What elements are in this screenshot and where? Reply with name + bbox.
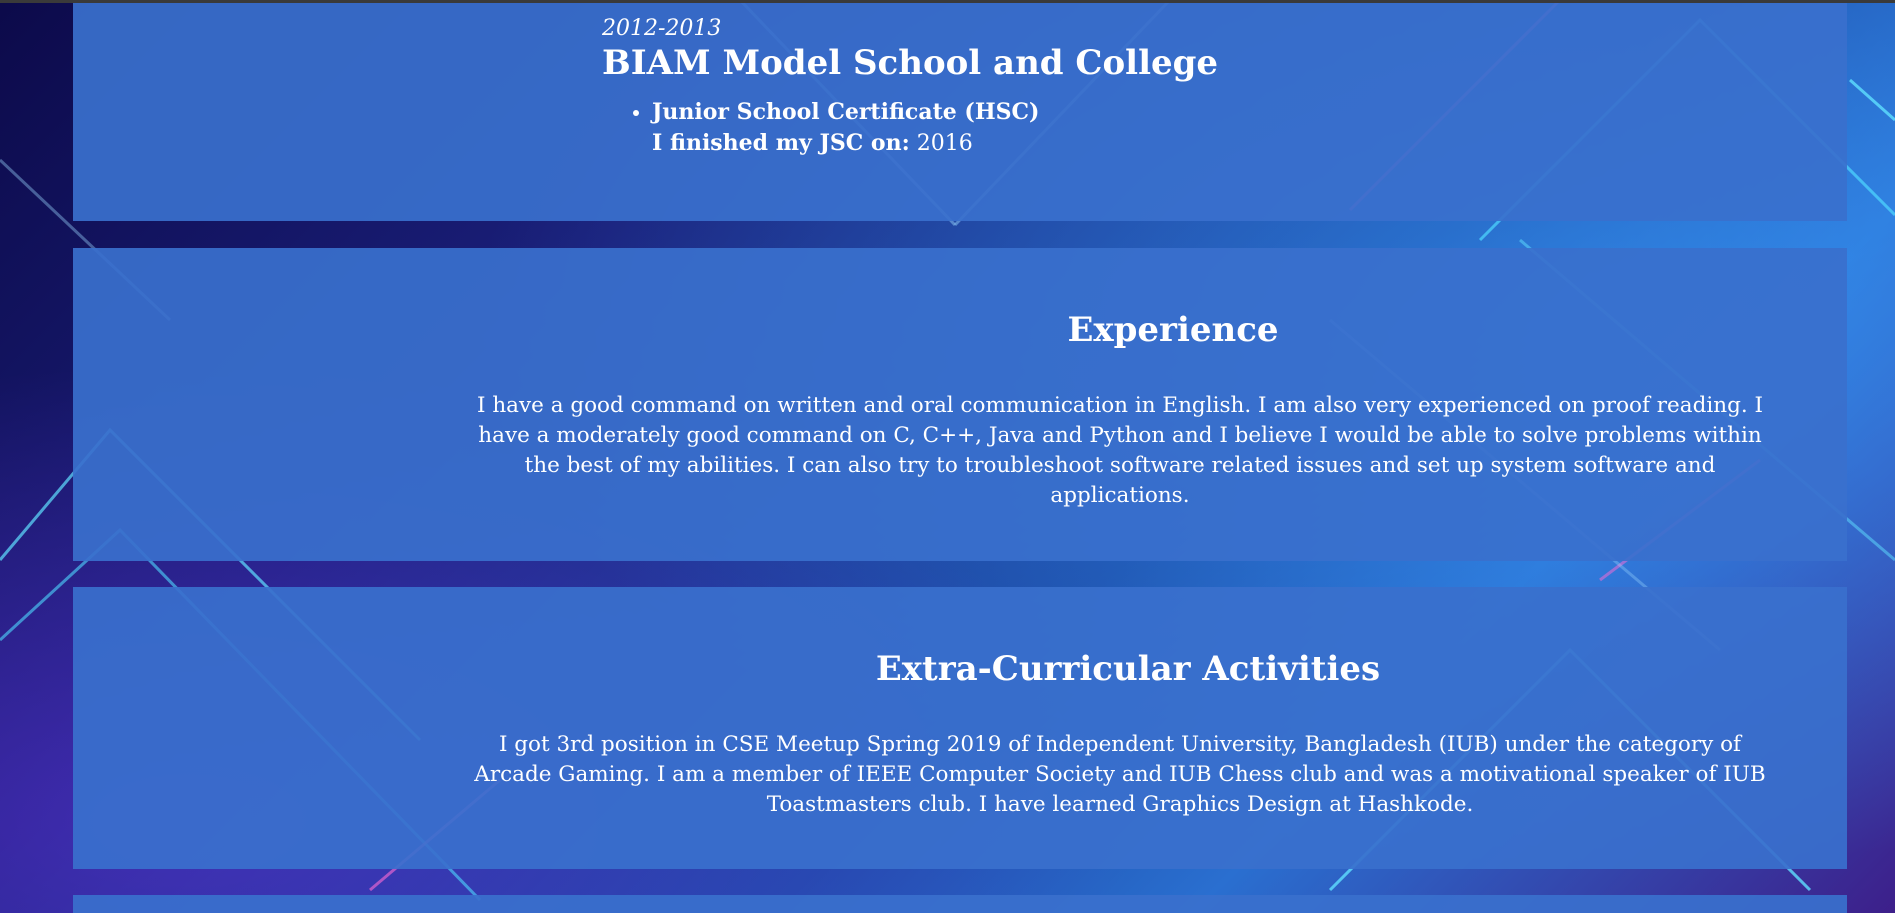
school-name: BIAM Model School and College	[602, 43, 1219, 83]
certificate-title: Junior School Certificate (HSC)	[652, 99, 1040, 125]
extra-curricular-text: I got 3rd position in CSE Meetup Spring …	[474, 732, 1766, 817]
extra-curricular-panel: Extra-Curricular Activities I got 3rd po…	[73, 587, 1847, 869]
list-item: Junior School Certificate (HSC) I finish…	[652, 97, 1218, 159]
experience-text: I have a good command on written and ora…	[477, 393, 1763, 508]
finish-year: 2016	[916, 131, 973, 156]
education-details-list: Junior School Certificate (HSC) I finish…	[602, 97, 1218, 159]
education-years: 2012-2013	[602, 16, 722, 41]
education-entry: 2012-2013 BIAM Model School and College …	[602, 15, 1218, 159]
experience-panel: Experience I have a good command on writ…	[73, 248, 1847, 561]
next-panel-edge	[73, 895, 1847, 913]
finish-label: I finished my JSC on:	[652, 130, 910, 156]
extra-curricular-title: Extra-Curricular Activities	[875, 649, 1381, 689]
experience-title: Experience	[1067, 310, 1279, 350]
top-border	[0, 0, 1895, 3]
education-panel: 2012-2013 BIAM Model School and College …	[73, 3, 1847, 221]
